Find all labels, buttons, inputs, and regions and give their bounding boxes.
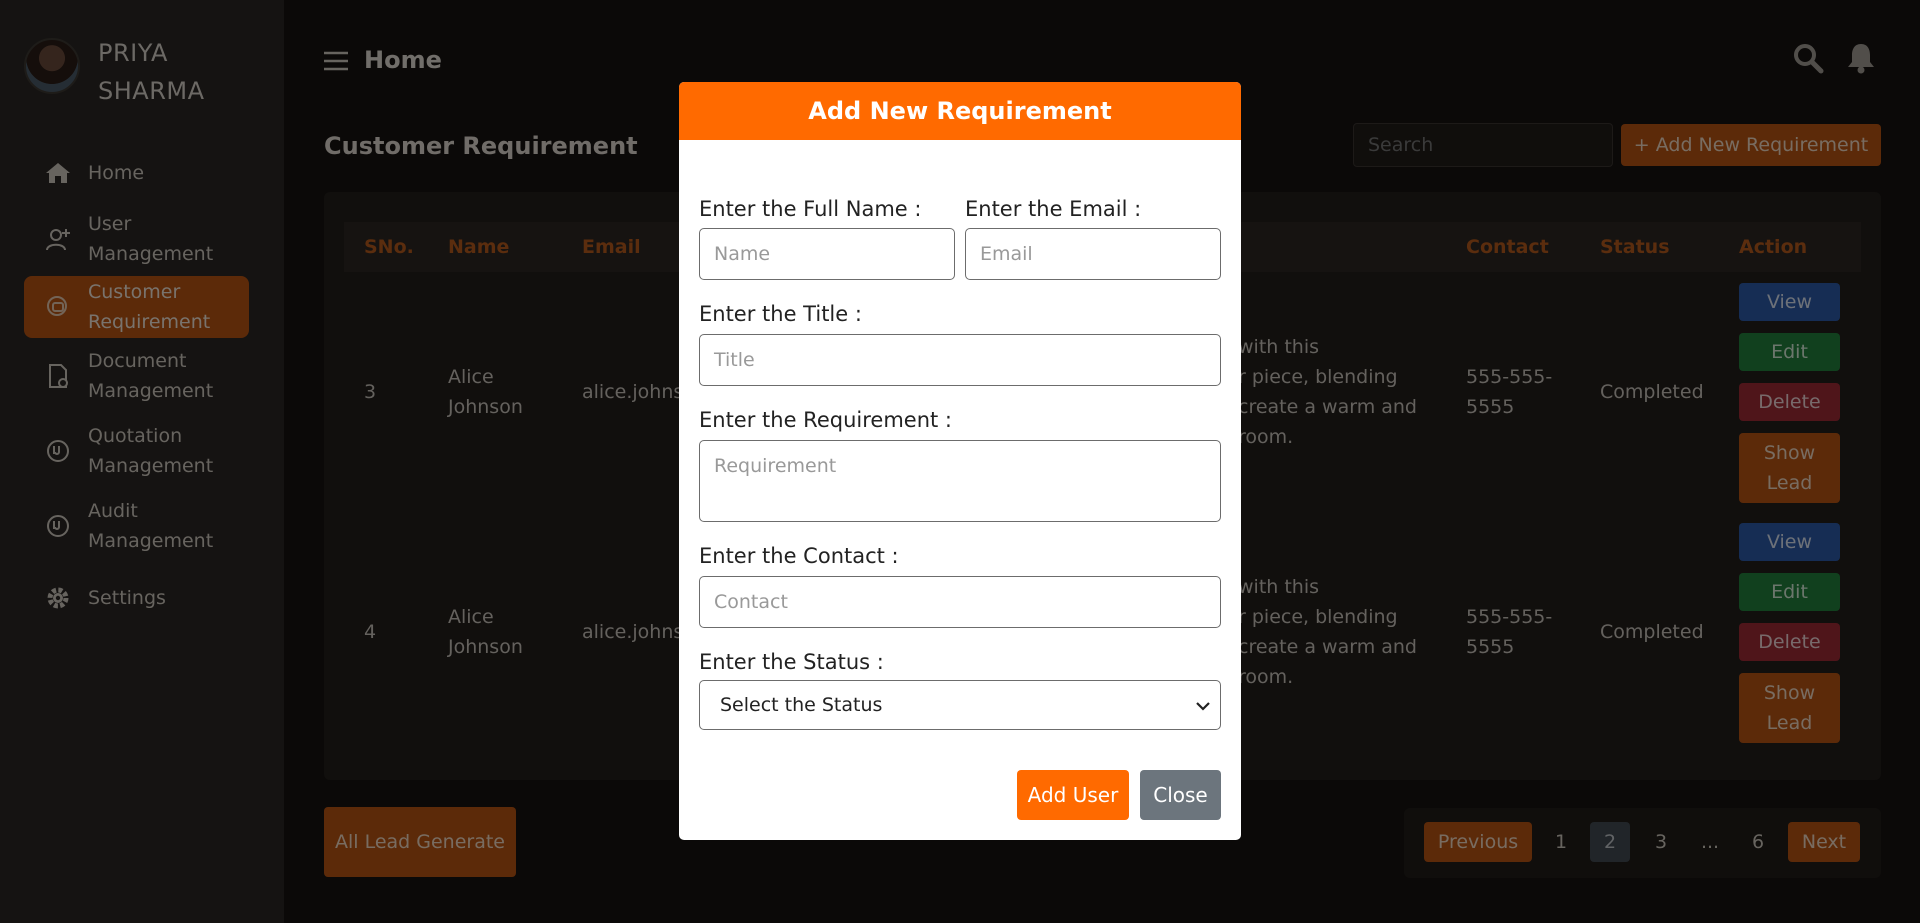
- add-user-button[interactable]: Add User: [1017, 770, 1129, 820]
- contact-label: Enter the Contact :: [699, 544, 899, 568]
- status-label: Enter the Status :: [699, 650, 884, 674]
- email-field[interactable]: Email: [965, 228, 1221, 280]
- contact-field[interactable]: Contact: [699, 576, 1221, 628]
- requirement-textarea[interactable]: Requirement: [699, 440, 1221, 522]
- requirement-label: Enter the Requirement :: [699, 408, 952, 432]
- name-label: Enter the Full Name :: [699, 197, 922, 221]
- modal-title: Add New Requirement: [679, 82, 1241, 140]
- title-field[interactable]: Title: [699, 334, 1221, 386]
- status-select-value: Select the Status: [720, 694, 883, 716]
- name-field[interactable]: Name: [699, 228, 955, 280]
- close-button[interactable]: Close: [1140, 770, 1221, 820]
- chevron-down-icon: [1196, 694, 1210, 716]
- add-requirement-modal: Add New Requirement Enter the Full Name …: [679, 82, 1241, 840]
- email-label: Enter the Email :: [965, 197, 1142, 221]
- status-select[interactable]: Select the Status: [699, 680, 1221, 730]
- title-label: Enter the Title :: [699, 302, 862, 326]
